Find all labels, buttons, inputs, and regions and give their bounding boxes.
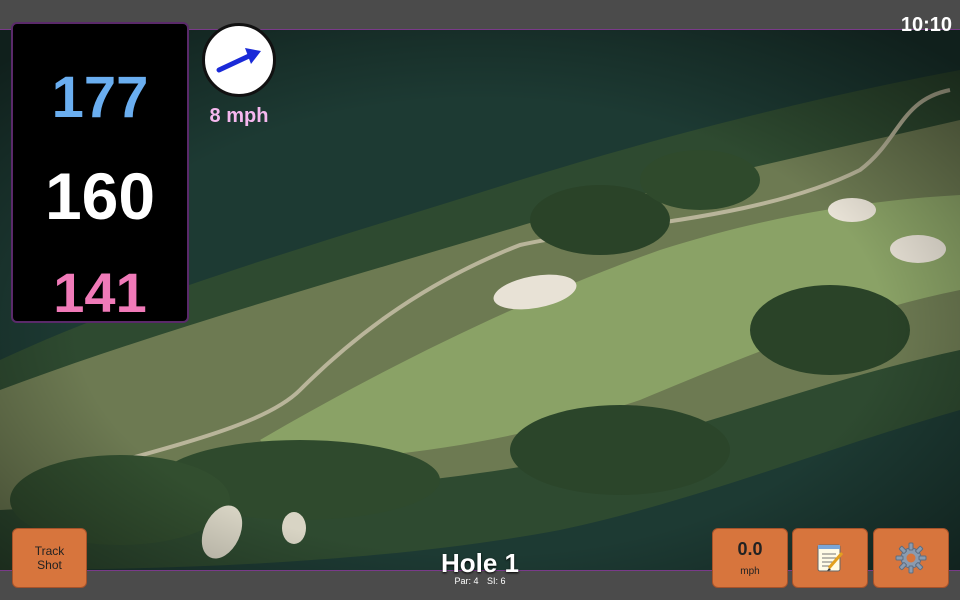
notepad-icon — [817, 544, 844, 572]
hole-par: Par: 4 — [454, 576, 479, 586]
settings-button[interactable] — [873, 528, 949, 588]
track-shot-label-line2: Shot — [37, 558, 62, 572]
wind-direction-dial — [202, 23, 276, 97]
arrow-northeast-icon — [216, 48, 261, 73]
back-distance: 177 — [51, 65, 149, 130]
track-shot-label-line1: Track — [34, 544, 65, 558]
wind-speed: 8 mph — [209, 105, 269, 127]
gear-icon — [895, 542, 927, 574]
speed-value: 0.0 — [737, 539, 763, 559]
middle-distance: 160 — [44, 159, 156, 233]
hole-stroke-index: SI: 6 — [487, 576, 506, 586]
track-shot-button[interactable]: Track Shot — [12, 528, 87, 588]
clock-time: 10:10 — [900, 14, 952, 36]
distance-panel: 177 160 141 — [11, 22, 189, 324]
notes-button[interactable] — [792, 528, 868, 588]
hole-title: Hole 1 — [440, 548, 520, 578]
front-distance: 141 — [53, 261, 147, 324]
speed-button[interactable]: 0.0 mph — [712, 528, 788, 588]
hole-info: Par: 4 SI: 6 — [380, 576, 580, 586]
speed-unit: mph — [740, 566, 760, 577]
